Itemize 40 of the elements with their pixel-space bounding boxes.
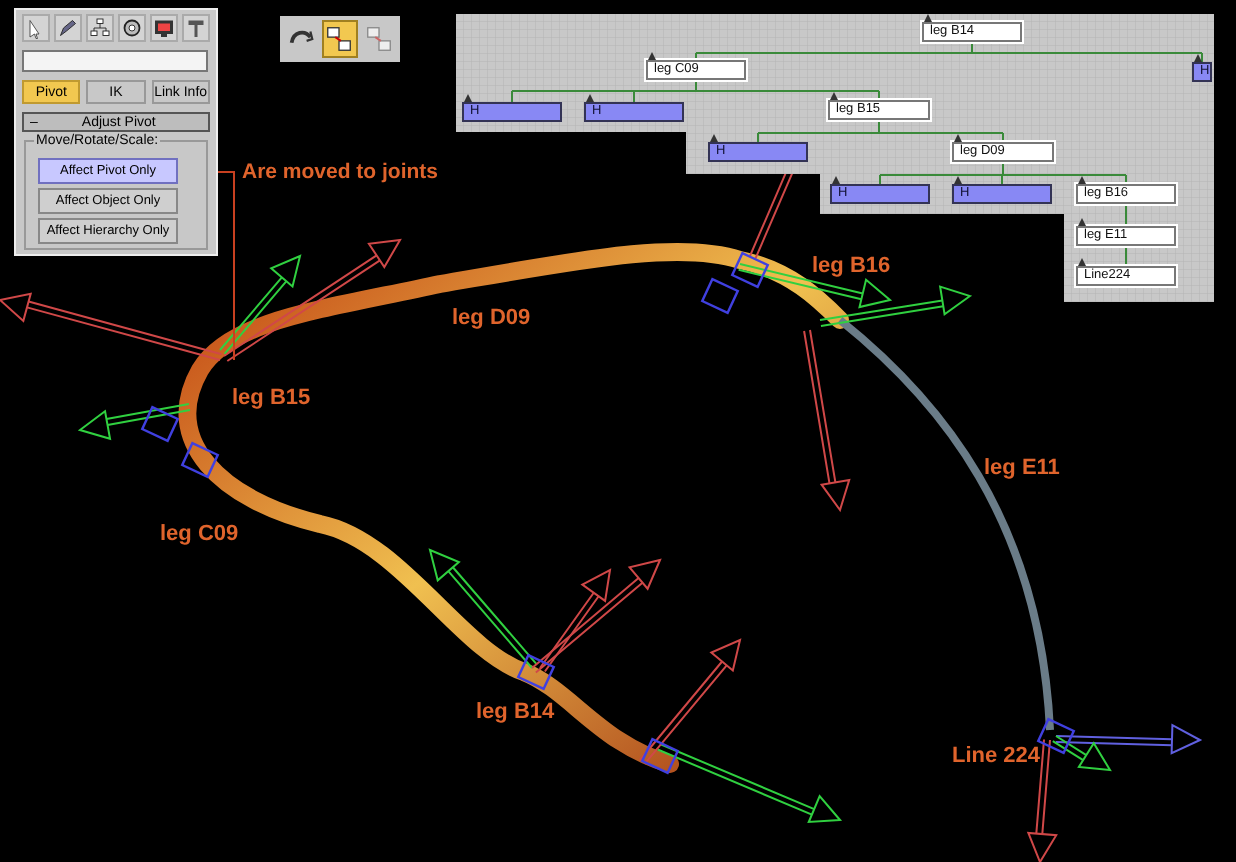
node-marker-icon [586,94,594,102]
hierarchy-icon[interactable] [86,14,114,42]
joint-gizmo [730,251,770,289]
node-marker-icon [1078,258,1086,266]
unlinked-boxes-icon [363,24,394,54]
bone-label: leg E11 [984,456,1060,480]
joint-gizmo [140,405,180,443]
node-marker-icon [954,134,962,142]
node-marker-icon [830,92,838,100]
tree-connector [1125,245,1127,267]
disc-icon[interactable] [118,14,146,42]
toolbar-button[interactable] [322,20,358,58]
transform-arrow [77,403,191,441]
bone-label: leg C09 [160,522,239,546]
node-marker-icon [1078,218,1086,226]
joint-gizmo [640,737,680,775]
joint-gizmo [700,277,740,315]
joint-gizmo [180,441,220,479]
joint-gizmo [516,653,556,691]
node-marker-icon [648,52,656,60]
bone-label: leg B15 [232,386,311,410]
annotation-text: Are moved to joints [242,160,439,184]
joint-gizmo [1036,717,1076,755]
node-marker-icon [1078,176,1086,184]
bone-label: leg B16 [812,254,891,278]
linked-boxes-icon [324,24,355,54]
bone-label: Line 224 [952,744,1041,768]
node-marker-icon [464,94,472,102]
cursor-icon[interactable] [22,14,50,42]
node-marker-icon [954,176,962,184]
name-field[interactable] [22,50,208,72]
node-marker-icon [832,176,840,184]
pencil-icon[interactable] [54,14,82,42]
bone-label: leg B14 [476,700,555,724]
node-marker-icon [924,14,932,22]
node-marker-icon [1194,54,1202,62]
node-marker-icon [710,134,718,142]
tree-connector [1125,203,1127,227]
monitor-icon[interactable] [150,14,178,42]
bone-label: leg D09 [452,306,531,330]
